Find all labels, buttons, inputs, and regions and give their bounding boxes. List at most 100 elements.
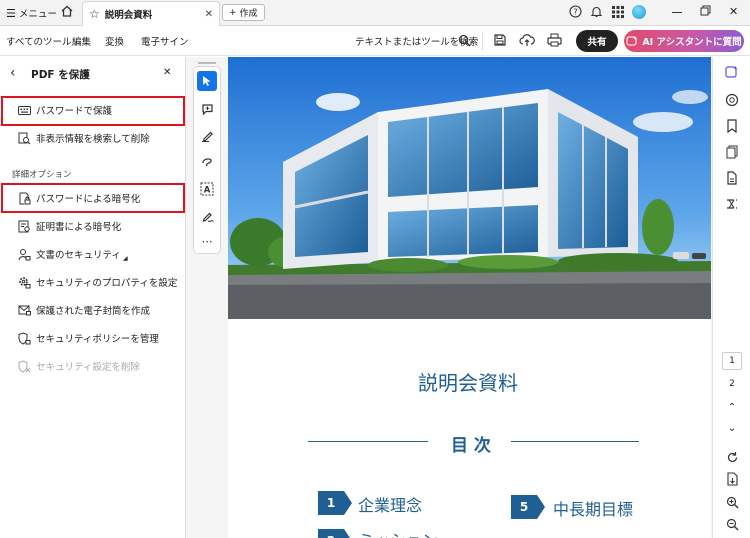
help-button[interactable]: ? [569, 5, 582, 18]
cloud-upload-icon[interactable] [519, 33, 535, 47]
panel-item-remove-security: セキュリティ設定を削除 [17, 357, 140, 375]
document-tab[interactable]: ☆ 説明会資料 ✕ [82, 1, 220, 26]
menu-all-tools[interactable]: すべてのツール [6, 34, 71, 48]
attachments-icon[interactable] [724, 170, 740, 186]
document-title: 説明会資料 [418, 371, 518, 395]
drag-handle[interactable] [198, 62, 216, 64]
notifications-button[interactable] [590, 5, 603, 18]
share-label: 共有 [587, 37, 607, 48]
save-page-icon[interactable] [724, 471, 740, 487]
save-icon[interactable] [493, 33, 507, 47]
app-menu-label: メニュー [18, 9, 57, 20]
restore-icon [700, 5, 711, 16]
page-up-icon[interactable]: ⌃ [724, 399, 740, 415]
ai-panel-icon[interactable] [724, 64, 740, 80]
panel-item-label: パスワードで保護 [36, 106, 113, 117]
password-keyboard-icon [17, 103, 31, 117]
panel-item-certificate-encrypt[interactable]: 証明書による暗号化 [17, 217, 121, 235]
home-button[interactable] [60, 4, 74, 18]
plus-icon: + [229, 7, 237, 18]
panel-item-redact-search[interactable]: 非表示情報を検索して削除 [17, 129, 150, 147]
sign-tool[interactable] [197, 206, 217, 226]
menu-divider [482, 32, 483, 50]
close-window-button[interactable]: ✕ [729, 5, 738, 18]
text-box-icon: A [200, 182, 214, 196]
cover-photo-office-building [228, 57, 711, 319]
page-down-icon[interactable]: ⌄ [724, 420, 740, 436]
print-icon[interactable] [547, 33, 562, 47]
profile-avatar[interactable] [632, 5, 646, 19]
panel-close-icon[interactable]: ✕ [163, 67, 171, 78]
rotate-icon[interactable] [724, 449, 740, 465]
panel-item-label: 文書のセキュリティ [36, 250, 121, 261]
panel-item-password-encrypt[interactable]: パスワードによる暗号化 [17, 189, 140, 207]
comment-tool[interactable] [197, 99, 217, 119]
ai-sparkle-icon [626, 36, 638, 46]
toc-heading: 目 次 [451, 436, 491, 456]
ai-assistant-button[interactable]: AI アシスタントに質問 [624, 30, 744, 52]
panel-item-label: パスワードによる暗号化 [36, 194, 141, 205]
svg-text:A: A [204, 186, 211, 196]
lock-file-icon [17, 191, 31, 205]
star-icon[interactable]: ☆ [89, 7, 100, 21]
toc-number-badge: 1 [318, 491, 352, 515]
menu-edit[interactable]: 編集 [72, 34, 91, 48]
tab-title: 説明会資料 [104, 10, 153, 21]
menu-convert[interactable]: 変換 [105, 34, 124, 48]
new-tab-label: 作成 [239, 9, 258, 19]
panel-title: PDF を保護 [31, 69, 90, 81]
ai-assistant-label: AI アシスタントに質問 [642, 37, 742, 48]
more-tools-icon[interactable]: ⋯ [197, 231, 217, 251]
certificate-icon [17, 219, 31, 233]
shield-icon [17, 331, 31, 345]
tools-compare-icon[interactable] [724, 196, 740, 212]
draw-tool[interactable] [197, 151, 217, 171]
submenu-triangle-icon: ◢ [122, 254, 128, 262]
toc-rule-left [308, 441, 428, 442]
page-number-current[interactable]: 1 [722, 352, 742, 370]
panel-item-label: 保護された電子封筒を作成 [36, 306, 151, 317]
app-menu-button[interactable]: ☰ メニュー [6, 6, 57, 21]
minimize-button[interactable] [672, 7, 682, 13]
envelope-icon [17, 303, 31, 317]
menu-bar: すべてのツール 編集 変換 電子サイン テキストまたはツールを検索 共有 AI … [0, 26, 750, 56]
panel-item-label: 非表示情報を検索して削除 [36, 134, 150, 145]
building-illustration [228, 57, 711, 319]
panel-item-label: セキュリティのプロパティを設定 [36, 278, 178, 289]
toc-item-text: ミッション [358, 527, 438, 538]
toc-item-text: 企業理念 [358, 496, 423, 515]
pages-thumbnails-icon[interactable] [724, 144, 740, 160]
panel-item-label: セキュリティ設定を削除 [36, 362, 140, 373]
panel-item-security-properties[interactable]: セキュリティのプロパティを設定 [17, 273, 177, 291]
freehand-icon [201, 157, 212, 166]
panel-item-secure-envelope[interactable]: 保護された電子封筒を作成 [17, 301, 150, 319]
select-tool[interactable] [197, 71, 217, 91]
apps-button[interactable] [612, 6, 624, 18]
panel-item-document-security[interactable]: 文書のセキュリティ ◢ [17, 245, 128, 263]
highlight-tool[interactable] [197, 125, 217, 145]
page-number-total: 2 [729, 379, 735, 389]
hamburger-icon: ☰ [6, 6, 16, 20]
toc-item-text: 中長期目標 [553, 500, 634, 519]
toc-rule-right [511, 441, 639, 442]
new-tab-button[interactable]: + 作成 [222, 4, 265, 21]
close-tab-icon[interactable]: ✕ [205, 9, 213, 20]
restore-button[interactable] [700, 5, 711, 16]
back-chevron-icon[interactable]: ‹ [10, 65, 16, 81]
bell-icon [590, 6, 603, 18]
zoom-out-icon[interactable] [724, 516, 740, 532]
bookmark-icon[interactable] [724, 118, 740, 134]
panel-item-label: 証明書による暗号化 [36, 222, 122, 233]
panel-item-security-policies[interactable]: セキュリティポリシーを管理 [17, 329, 159, 347]
share-button[interactable]: 共有 [576, 30, 618, 52]
comments-icon[interactable] [724, 92, 740, 108]
text-tool[interactable]: A [197, 179, 217, 199]
menu-e-sign[interactable]: 電子サイン [141, 34, 189, 48]
panel-item-password-protect[interactable]: パスワードで保護 [17, 101, 112, 119]
toc-number-badge: 2 [318, 529, 352, 538]
search-icon[interactable] [458, 34, 471, 47]
help-icon: ? [569, 5, 582, 18]
zoom-in-icon[interactable] [724, 494, 740, 510]
apps-grid-icon [612, 6, 624, 18]
avatar [632, 5, 646, 19]
